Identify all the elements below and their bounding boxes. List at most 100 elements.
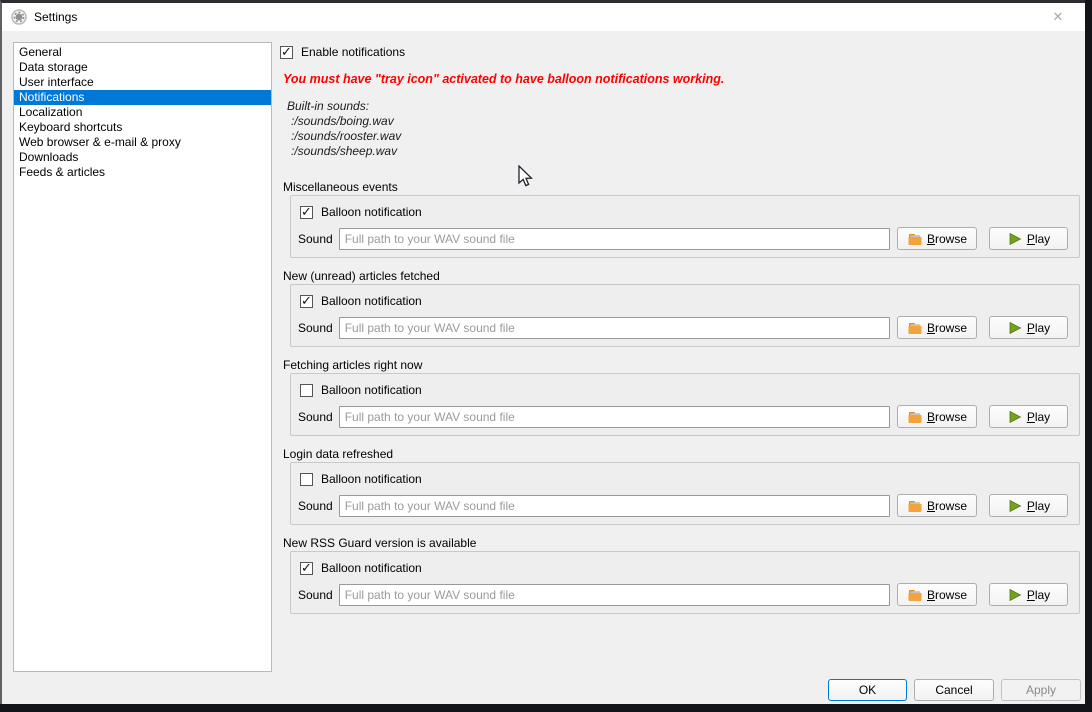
section-login-data-refreshed: Login data refreshed Balloon notificatio… (280, 447, 1082, 535)
ok-button[interactable]: OK (828, 679, 907, 701)
balloon-notification-checkbox[interactable] (300, 473, 313, 486)
enable-notifications-label: Enable notifications (301, 45, 405, 59)
browse-label: Browse (927, 232, 967, 246)
settings-dialog: Settings ✕ General Data storage User int… (0, 0, 1085, 704)
folder-icon (907, 587, 923, 603)
play-button[interactable]: Play (989, 583, 1068, 606)
browse-label: Browse (927, 588, 967, 602)
section-miscellaneous-events: Miscellaneous events Balloon notificatio… (280, 180, 1082, 268)
settings-gear-icon (11, 9, 27, 25)
section-new-articles-fetched: New (unread) articles fetched Balloon no… (280, 269, 1082, 357)
play-label: Play (1027, 410, 1050, 424)
browse-label: Browse (927, 410, 967, 424)
browse-button[interactable]: Browse (897, 583, 977, 606)
balloon-notification-label: Balloon notification (321, 472, 422, 486)
sound-path-input[interactable] (339, 495, 890, 517)
play-label: Play (1027, 499, 1050, 513)
sidebar-item-feeds-articles[interactable]: Feeds & articles (14, 165, 271, 180)
sound-path-input[interactable] (339, 228, 890, 250)
play-button[interactable]: Play (989, 405, 1068, 428)
sound-row: Sound Browse Play (298, 583, 1068, 606)
window-title: Settings (34, 10, 77, 24)
sidebar-item-localization[interactable]: Localization (14, 105, 271, 120)
sidebar-item-notifications[interactable]: Notifications (14, 90, 271, 105)
play-button[interactable]: Play (989, 316, 1068, 339)
balloon-notification-checkbox[interactable] (300, 384, 313, 397)
apply-button[interactable]: Apply (1001, 679, 1081, 701)
enable-notifications-checkbox[interactable] (280, 46, 293, 59)
tray-icon-warning-text: You must have "tray icon" activated to h… (283, 72, 1003, 86)
builtin-sound-path: :/sounds/sheep.wav (287, 144, 707, 159)
builtin-sound-path: :/sounds/rooster.wav (287, 129, 707, 144)
folder-icon (907, 231, 923, 247)
folder-icon (907, 320, 923, 336)
balloon-row: Balloon notification (300, 294, 422, 308)
section-title: Miscellaneous events (283, 180, 398, 194)
play-icon (1007, 231, 1023, 247)
sidebar-item-downloads[interactable]: Downloads (14, 150, 271, 165)
builtin-sounds-block: Built-in sounds: :/sounds/boing.wav :/so… (287, 99, 707, 159)
sound-label: Sound (298, 499, 334, 513)
browse-button[interactable]: Browse (897, 405, 977, 428)
sound-row: Sound Browse Play (298, 227, 1068, 250)
sound-path-input[interactable] (339, 584, 890, 606)
section-title: Login data refreshed (283, 447, 393, 461)
balloon-notification-label: Balloon notification (321, 383, 422, 397)
play-label: Play (1027, 232, 1050, 246)
section-title: New (unread) articles fetched (283, 269, 440, 283)
folder-icon (907, 409, 923, 425)
play-icon (1007, 409, 1023, 425)
section-title: New RSS Guard version is available (283, 536, 476, 550)
title-bar: Settings ✕ (2, 3, 1085, 31)
sidebar-item-data-storage[interactable]: Data storage (14, 60, 271, 75)
browse-button[interactable]: Browse (897, 316, 977, 339)
sound-row: Sound Browse Play (298, 405, 1068, 428)
sound-path-input[interactable] (339, 317, 890, 339)
section-new-version-available: New RSS Guard version is available Ballo… (280, 536, 1082, 624)
play-button[interactable]: Play (989, 494, 1068, 517)
close-button[interactable]: ✕ (1037, 3, 1079, 31)
section-groupbox: Balloon notification Sound Browse (290, 284, 1080, 347)
sidebar-item-keyboard-shortcuts[interactable]: Keyboard shortcuts (14, 120, 271, 135)
balloon-notification-checkbox[interactable] (300, 206, 313, 219)
folder-icon (907, 498, 923, 514)
sound-label: Sound (298, 410, 334, 424)
sidebar-item-web-browser-email-proxy[interactable]: Web browser & e-mail & proxy (14, 135, 271, 150)
section-groupbox: Balloon notification Sound Browse (290, 462, 1080, 525)
browse-button[interactable]: Browse (897, 494, 977, 517)
settings-category-list: General Data storage User interface Noti… (13, 42, 272, 672)
section-fetching-articles-now: Fetching articles right now Balloon noti… (280, 358, 1082, 446)
play-icon (1007, 320, 1023, 336)
balloon-notification-label: Balloon notification (321, 561, 422, 575)
sound-row: Sound Browse Play (298, 494, 1068, 517)
section-groupbox: Balloon notification Sound Browse (290, 195, 1080, 258)
browse-label: Browse (927, 321, 967, 335)
play-icon (1007, 587, 1023, 603)
browse-button[interactable]: Browse (897, 227, 977, 250)
balloon-row: Balloon notification (300, 561, 422, 575)
balloon-notification-label: Balloon notification (321, 205, 422, 219)
section-title: Fetching articles right now (283, 358, 422, 372)
sound-label: Sound (298, 321, 334, 335)
play-label: Play (1027, 588, 1050, 602)
cancel-button[interactable]: Cancel (914, 679, 994, 701)
balloon-row: Balloon notification (300, 205, 422, 219)
balloon-notification-checkbox[interactable] (300, 562, 313, 575)
sidebar-item-user-interface[interactable]: User interface (14, 75, 271, 90)
balloon-notification-checkbox[interactable] (300, 295, 313, 308)
sound-path-input[interactable] (339, 406, 890, 428)
browse-label: Browse (927, 499, 967, 513)
play-icon (1007, 498, 1023, 514)
balloon-row: Balloon notification (300, 383, 422, 397)
sidebar-item-general[interactable]: General (14, 45, 271, 60)
section-groupbox: Balloon notification Sound Browse (290, 551, 1080, 614)
sound-label: Sound (298, 232, 334, 246)
sound-row: Sound Browse Play (298, 316, 1068, 339)
play-button[interactable]: Play (989, 227, 1068, 250)
section-groupbox: Balloon notification Sound Browse (290, 373, 1080, 436)
builtin-sounds-title: Built-in sounds: (287, 99, 707, 114)
builtin-sound-path: :/sounds/boing.wav (287, 114, 707, 129)
close-icon: ✕ (1053, 9, 1064, 25)
enable-notifications-row: Enable notifications (280, 45, 405, 59)
balloon-notification-label: Balloon notification (321, 294, 422, 308)
